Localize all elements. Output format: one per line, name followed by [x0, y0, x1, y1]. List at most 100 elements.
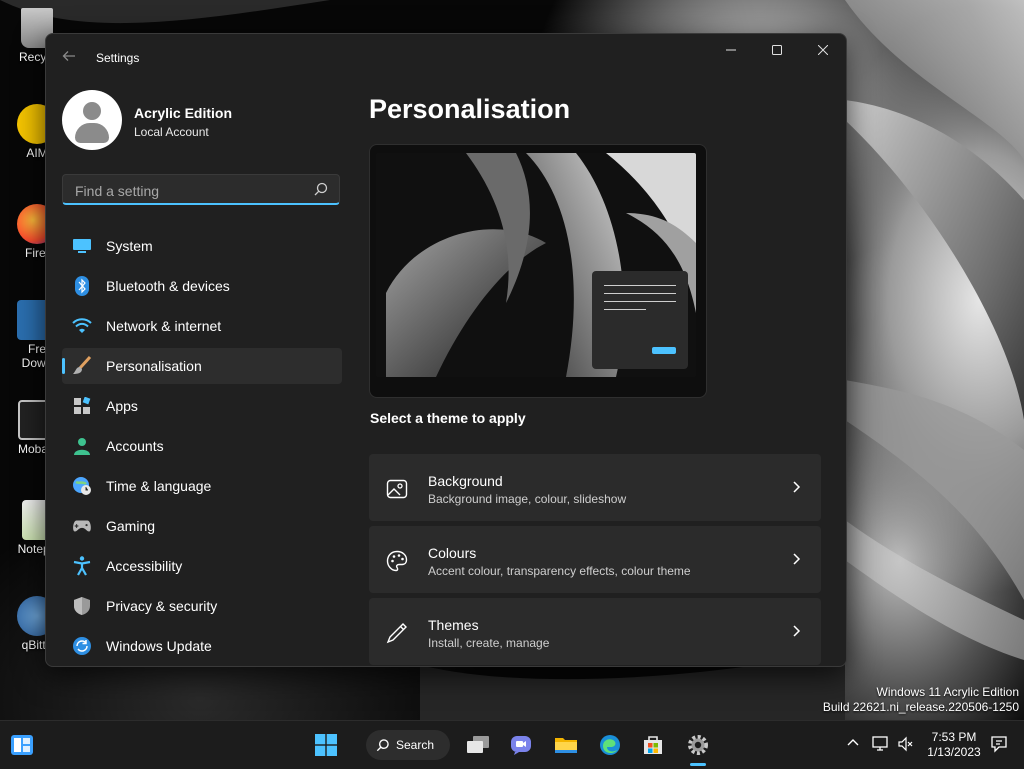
- card-title: Background: [428, 473, 503, 489]
- chat-icon: [511, 736, 531, 755]
- sidebar-item-label: System: [106, 238, 153, 254]
- settings-search-box[interactable]: [62, 174, 340, 205]
- gear-icon: [688, 735, 708, 755]
- notifications-button[interactable]: [990, 735, 1008, 753]
- close-button[interactable]: [800, 34, 846, 66]
- page-title: Personalisation: [369, 94, 571, 124]
- sidebar-item-label: Bluetooth & devices: [106, 278, 230, 294]
- theme-select-heading: Select a theme to apply: [370, 410, 526, 426]
- shield-icon: [72, 596, 92, 616]
- network-tray-button[interactable]: [872, 735, 890, 753]
- sidebar-item-bluetooth[interactable]: Bluetooth & devices: [62, 268, 342, 304]
- clock-date: 1/13/2023: [927, 745, 981, 759]
- gamepad-icon: [72, 516, 92, 536]
- taskbar-search-button[interactable]: Search: [366, 730, 450, 760]
- card-title: Colours: [428, 545, 477, 561]
- colours-settings-card[interactable]: Colours Accent colour, transparency effe…: [369, 526, 821, 593]
- sidebar-item-apps[interactable]: Apps: [62, 388, 342, 424]
- sidebar-item-system[interactable]: System: [62, 228, 342, 264]
- sidebar-item-label: Accessibility: [106, 558, 183, 574]
- sidebar-item-personalisation[interactable]: Personalisation: [62, 348, 342, 384]
- sidebar-item-time-language[interactable]: Time & language: [62, 468, 342, 504]
- widgets-icon: [11, 735, 33, 755]
- maximize-icon: [772, 45, 782, 55]
- themes-settings-card[interactable]: Themes Install, create, manage: [369, 598, 821, 665]
- sidebar-item-label: Time & language: [106, 478, 212, 494]
- user-name: Acrylic Edition: [134, 105, 233, 121]
- sidebar-item-label: Accounts: [106, 438, 164, 454]
- clock-time: 7:53 PM: [931, 730, 977, 744]
- sidebar-item-windows-update[interactable]: Windows Update: [62, 628, 342, 664]
- sidebar-item-accessibility[interactable]: Accessibility: [62, 548, 342, 584]
- sidebar-item-network[interactable]: Network & internet: [62, 308, 342, 344]
- chevron-up-icon: [847, 739, 859, 746]
- bluetooth-icon: [72, 276, 92, 296]
- title-bar[interactable]: Settings: [46, 34, 846, 82]
- wifi-icon: [72, 316, 92, 336]
- build-watermark: Windows 11 Acrylic Edition Build 22621.n…: [823, 685, 1019, 715]
- minimize-icon: [726, 49, 736, 51]
- globe-clock-icon: [72, 476, 92, 496]
- sidebar-item-label: Gaming: [106, 518, 156, 534]
- apps-icon: [72, 396, 92, 416]
- store-icon: [644, 736, 662, 754]
- taskbar-clock[interactable]: 7:53 PM 1/13/2023: [922, 730, 986, 760]
- theme-preview-button: [652, 347, 676, 354]
- sidebar-item-label: Personalisation: [106, 358, 202, 374]
- accounts-icon: [72, 436, 92, 456]
- settings-window: Settings Acrylic Edition Local Account S…: [45, 33, 847, 667]
- start-button[interactable]: [310, 729, 342, 761]
- minimize-button[interactable]: [708, 34, 754, 66]
- edge-icon: [600, 735, 620, 755]
- watermark-build: Build 22621.ni_release.220506-1250: [822, 700, 1019, 714]
- sidebar-item-label: Apps: [106, 398, 138, 414]
- back-button[interactable]: [58, 48, 80, 70]
- card-subtitle: Install, create, manage: [428, 636, 550, 650]
- brush-icon: [72, 356, 92, 376]
- sidebar-item-label: Windows Update: [106, 638, 212, 654]
- file-explorer-button[interactable]: [550, 729, 582, 761]
- window-title: Settings: [96, 51, 140, 65]
- task-view-button[interactable]: [462, 729, 494, 761]
- watermark-edition: Windows 11 Acrylic Edition: [876, 685, 1020, 699]
- theme-preview-window: [592, 271, 688, 369]
- card-title: Themes: [428, 617, 479, 633]
- palette-icon: [386, 550, 408, 572]
- speaker-muted-icon: [898, 736, 913, 752]
- back-arrow-icon: [62, 51, 75, 61]
- avatar-head: [83, 102, 101, 120]
- volume-tray-button[interactable]: [897, 735, 915, 753]
- card-subtitle: Accent colour, transparency effects, col…: [428, 564, 691, 578]
- settings-taskbar-button[interactable]: [682, 729, 714, 761]
- sidebar-item-accounts[interactable]: Accounts: [62, 428, 342, 464]
- background-settings-card[interactable]: Background Background image, colour, sli…: [369, 454, 821, 521]
- search-input[interactable]: [73, 180, 307, 202]
- theme-preview: [369, 144, 707, 398]
- windows-logo-icon: [315, 734, 337, 756]
- avatar[interactable]: [62, 90, 122, 150]
- notification-icon: [991, 736, 1007, 753]
- maximize-button[interactable]: [754, 34, 800, 66]
- show-hidden-icons-button[interactable]: [846, 735, 864, 753]
- search-icon[interactable]: [313, 181, 329, 197]
- image-icon: [386, 479, 408, 499]
- search-icon: [376, 739, 389, 752]
- sidebar-item-label: Network & internet: [106, 318, 222, 334]
- pen-icon: [386, 623, 407, 644]
- network-monitor-icon: [872, 736, 888, 751]
- card-subtitle: Background image, colour, slideshow: [428, 492, 627, 506]
- chat-button[interactable]: [505, 729, 537, 761]
- update-icon: [72, 636, 92, 656]
- taskbar-search-label: Search: [396, 738, 435, 752]
- task-view-icon: [467, 736, 489, 753]
- chevron-right-icon: [793, 625, 801, 637]
- widgets-button[interactable]: [6, 729, 38, 761]
- sidebar-item-privacy-security[interactable]: Privacy & security: [62, 588, 342, 624]
- edge-button[interactable]: [594, 729, 626, 761]
- avatar-body: [75, 123, 109, 143]
- chevron-right-icon: [793, 553, 801, 565]
- accessibility-icon: [72, 556, 92, 576]
- sidebar-item-gaming[interactable]: Gaming: [62, 508, 342, 544]
- folder-icon: [555, 738, 577, 753]
- microsoft-store-button[interactable]: [637, 729, 669, 761]
